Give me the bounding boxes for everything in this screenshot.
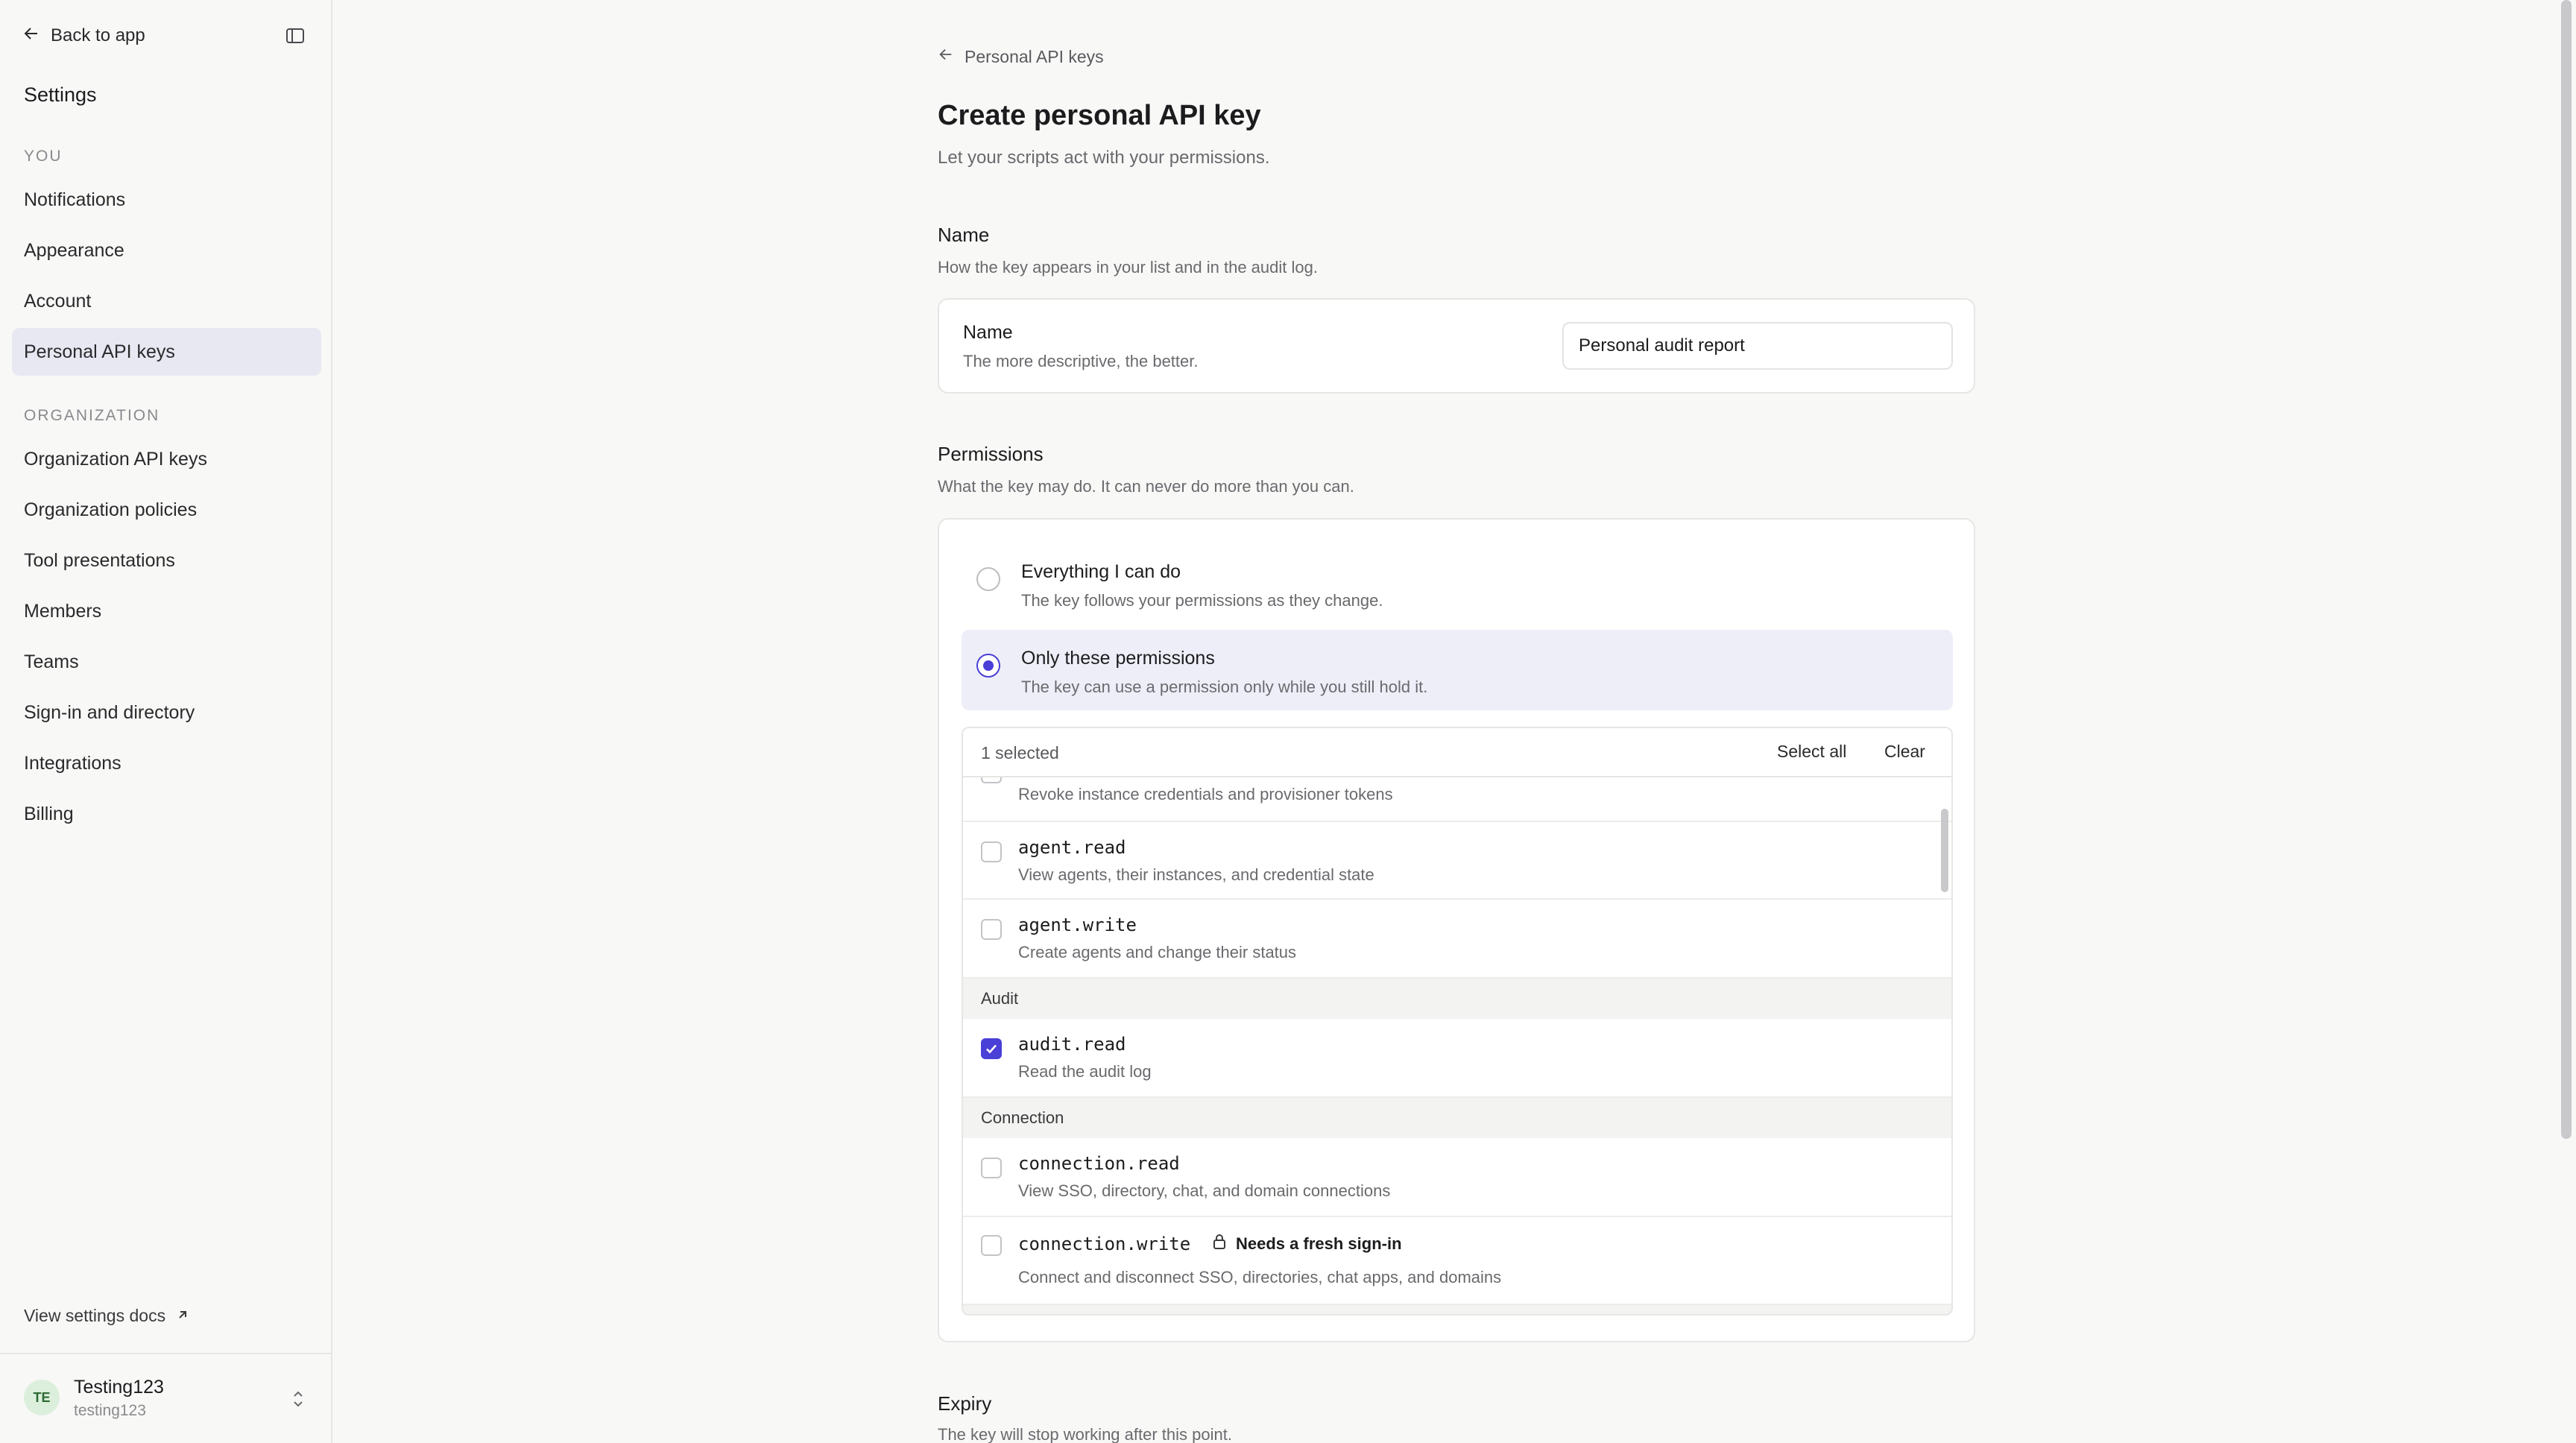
permission-checkbox[interactable] — [981, 919, 1002, 940]
settings-sidebar: Back to app Settings YOU Notifications A… — [0, 0, 332, 1443]
option-only-these-description: The key can use a permission only while … — [1021, 678, 1428, 696]
permission-description: Revoke instance credentials and provisio… — [1018, 785, 1393, 803]
list-item[interactable]: agent.read View agents, their instances,… — [963, 822, 1951, 900]
permission-name: connection.write — [1018, 1234, 1191, 1254]
user-handle: testing123 — [74, 1402, 146, 1419]
permission-list[interactable]: Revoke instance credentials and provisio… — [962, 727, 1953, 1316]
sidebar-item-billing[interactable]: Billing — [12, 790, 321, 838]
list-item[interactable]: agent.write Create agents and change the… — [963, 900, 1951, 979]
name-field-label: Name — [963, 322, 1013, 343]
you-section-label: YOU — [24, 148, 63, 165]
list-item[interactable]: Revoke instance credentials and provisio… — [963, 762, 1951, 822]
organization-section-label: ORGANIZATION — [24, 407, 160, 424]
name-section-title: Name — [938, 224, 990, 246]
permission-list-header: 1 selected Select all Clear — [963, 728, 1951, 777]
group-header-audit: Audit — [963, 979, 1951, 1019]
permission-checkbox[interactable] — [981, 842, 1002, 862]
option-everything[interactable]: Everything I can do The key follows your… — [962, 543, 1953, 624]
list-item[interactable]: connection.read View SSO, directory, cha… — [963, 1138, 1951, 1217]
permission-description: Connect and disconnect SSO, directories,… — [1018, 1268, 1502, 1286]
avatar: TE — [24, 1380, 60, 1415]
permission-name: agent.read — [1018, 837, 1126, 858]
permission-description: Read the audit log — [1018, 1062, 1152, 1081]
arrow-left-icon — [938, 46, 954, 67]
list-scrollbar[interactable] — [1941, 809, 1948, 892]
permission-checkbox[interactable] — [981, 1235, 1002, 1256]
sidebar-item-teams[interactable]: Teams — [12, 638, 321, 686]
permission-checkbox-checked[interactable] — [981, 1038, 1002, 1059]
sidebar-item-organization-api-keys[interactable]: Organization API keys — [12, 435, 321, 483]
permission-checkbox[interactable] — [981, 1158, 1002, 1178]
sidebar-item-sign-in-and-directory[interactable]: Sign-in and directory — [12, 689, 321, 736]
permission-name: agent.write — [1018, 915, 1137, 935]
sidebar-toggle-icon[interactable] — [283, 24, 307, 48]
expiry-section-title: Expiry — [938, 1392, 992, 1415]
option-only-these[interactable]: Only these permissions The key can use a… — [962, 630, 1953, 710]
page-subtitle: Let your scripts act with your permissio… — [938, 148, 1270, 168]
permissions-section-description: What the key may do. It can never do mor… — [938, 477, 1354, 496]
option-only-these-title: Only these permissions — [1021, 648, 1215, 669]
external-link-icon — [176, 1306, 189, 1326]
arrow-left-icon — [22, 25, 40, 48]
sidebar-item-notifications[interactable]: Notifications — [12, 176, 321, 224]
name-input[interactable] — [1562, 322, 1953, 370]
page-title: Create personal API key — [938, 100, 1261, 131]
radio-only-these[interactable] — [976, 654, 1000, 678]
sidebar-item-members[interactable]: Members — [12, 587, 321, 635]
breadcrumb[interactable]: Personal API keys — [938, 46, 1104, 67]
group-header-connection: Connection — [963, 1098, 1951, 1138]
sidebar-item-appearance[interactable]: Appearance — [12, 227, 321, 274]
permission-name: connection.read — [1018, 1153, 1180, 1174]
sidebar-item-account[interactable]: Account — [12, 277, 321, 325]
selected-count: 1 selected — [981, 743, 1059, 762]
lock-icon — [1212, 1234, 1227, 1254]
list-item[interactable]: audit.read Read the audit log — [963, 1019, 1951, 1098]
list-item — [963, 1305, 1951, 1314]
radio-everything[interactable] — [976, 567, 1000, 591]
sidebar-item-integrations[interactable]: Integrations — [12, 739, 321, 787]
permission-description: View agents, their instances, and creden… — [1018, 865, 1374, 884]
settings-docs-label: View settings docs — [24, 1306, 166, 1325]
sidebar-title: Settings — [24, 83, 97, 106]
list-item[interactable]: connection.write Needs a fresh sign-in C… — [963, 1217, 1951, 1305]
permissions-card: Everything I can do The key follows your… — [938, 518, 1975, 1342]
clear-button[interactable]: Clear — [1884, 742, 1925, 762]
name-field-hint: The more descriptive, the better. — [963, 352, 1199, 370]
permission-name: audit.read — [1018, 1034, 1126, 1055]
back-to-app-label: Back to app — [51, 25, 145, 45]
user-switcher[interactable]: TE Testing123 testing123 — [0, 1353, 331, 1443]
back-to-app-link[interactable]: Back to app — [22, 21, 145, 51]
settings-docs-link[interactable]: View settings docs — [24, 1306, 189, 1326]
sidebar-item-tool-presentations[interactable]: Tool presentations — [12, 537, 321, 584]
permission-description: Create agents and change their status — [1018, 943, 1297, 962]
option-everything-title: Everything I can do — [1021, 561, 1181, 582]
sidebar-item-organization-policies[interactable]: Organization policies — [12, 486, 321, 534]
page-scrollbar[interactable] — [2561, 0, 2572, 1139]
chevron-up-down-icon — [289, 1387, 307, 1411]
breadcrumb-label: Personal API keys — [965, 46, 1104, 66]
name-section-description: How the key appears in your list and in … — [938, 258, 1318, 277]
user-name: Testing123 — [74, 1377, 164, 1398]
name-card: Name The more descriptive, the better. — [938, 298, 1975, 394]
sidebar-item-personal-api-keys[interactable]: Personal API keys — [12, 328, 321, 376]
option-everything-description: The key follows your permissions as they… — [1021, 591, 1383, 610]
fresh-sign-in-badge: Needs a fresh sign-in — [1212, 1234, 1402, 1254]
permissions-section-title: Permissions — [938, 443, 1044, 465]
expiry-section-description: The key will stop working after this poi… — [938, 1425, 1232, 1443]
select-all-button[interactable]: Select all — [1777, 742, 1846, 762]
permission-description: View SSO, directory, chat, and domain co… — [1018, 1181, 1391, 1200]
fresh-sign-in-label: Needs a fresh sign-in — [1236, 1234, 1402, 1253]
